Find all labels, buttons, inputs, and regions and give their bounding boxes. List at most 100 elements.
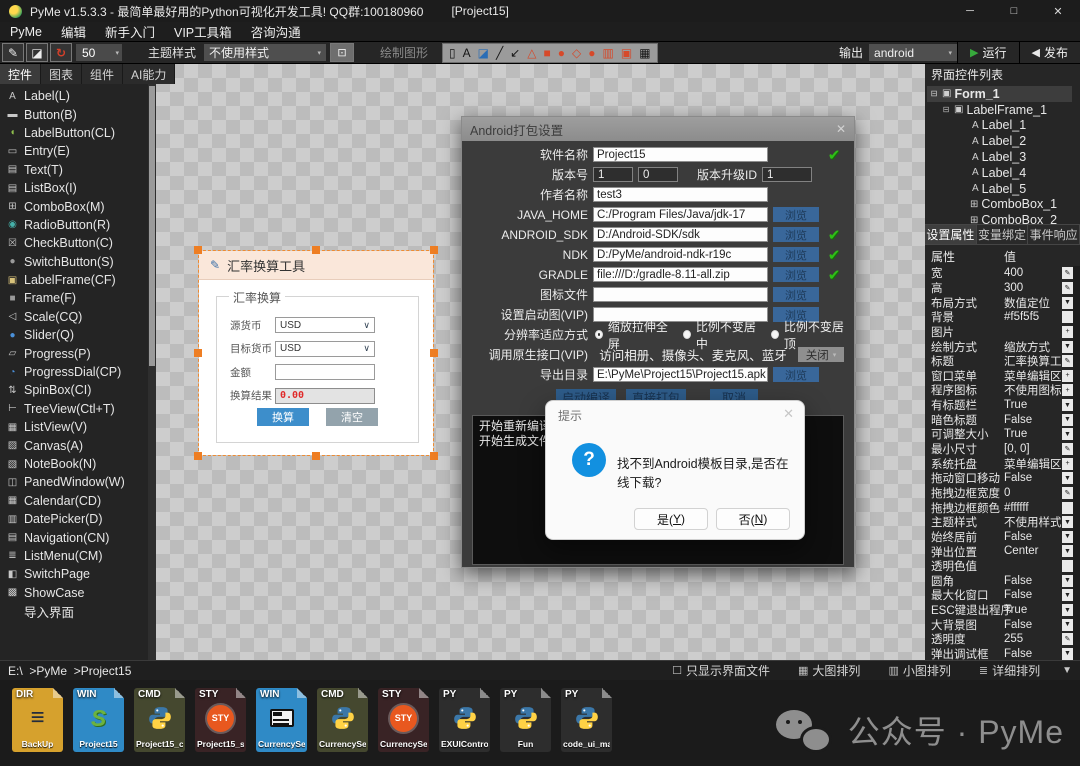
- widget-list-item[interactable]: ☒ CheckButton(C): [6, 234, 146, 252]
- property-value[interactable]: #ffffff: [998, 502, 1061, 514]
- field-input[interactable]: USD ∨: [275, 341, 375, 357]
- menu-item[interactable]: VIP工具箱: [174, 22, 232, 41]
- property-row[interactable]: 圆角 False ▼: [925, 573, 1073, 588]
- widget-list-item[interactable]: ▱ Progress(P): [6, 344, 146, 362]
- property-edit-button[interactable]: ▼: [1062, 575, 1073, 587]
- browse-button[interactable]: 浏览: [773, 247, 819, 262]
- tree-expand-icon[interactable]: ⊟: [941, 105, 951, 114]
- close-icon[interactable]: ✕: [836, 122, 846, 136]
- field-input[interactable]: D:/Android-SDK/sdk: [593, 227, 768, 242]
- property-edit-button[interactable]: +: [1062, 384, 1073, 396]
- yes-button[interactable]: 是(Y): [634, 508, 708, 530]
- property-row[interactable]: 拖拽边框宽度 0 ✎: [925, 486, 1073, 501]
- property-row[interactable]: 始终居前 False ▼: [925, 530, 1073, 545]
- field-input[interactable]: [275, 364, 375, 380]
- file-tile[interactable]: STY ≡ S STY CurrencySele: [378, 688, 429, 752]
- property-row[interactable]: 系统托盘 菜单编辑区 +: [925, 456, 1073, 471]
- property-value[interactable]: False: [998, 414, 1061, 426]
- shape-tool-icon[interactable]: ◪: [478, 47, 489, 59]
- shape-tool-icon[interactable]: ↙: [510, 47, 520, 59]
- file-tile[interactable]: PY ≡ S STY code_ui_ma: [561, 688, 612, 752]
- property-row[interactable]: 有标题栏 True ▼: [925, 398, 1073, 413]
- property-edit-button[interactable]: ✎: [1062, 355, 1073, 367]
- shape-tool-icon[interactable]: ■: [544, 47, 551, 59]
- property-value[interactable]: True: [998, 399, 1061, 411]
- field-input[interactable]: C:/Program Files/Java/jdk-17: [593, 207, 768, 222]
- tool-button-icon[interactable]: ◪: [26, 43, 48, 62]
- widget-list-item[interactable]: ▬ Button(B): [6, 105, 146, 123]
- sidebar-tab[interactable]: 图表: [41, 64, 82, 84]
- export-path-input[interactable]: E:\PyMe\Project15\Project15.apk: [593, 367, 768, 382]
- tree-item[interactable]: A Label_3: [927, 149, 1072, 165]
- property-tab[interactable]: 事件响应: [1028, 225, 1080, 244]
- property-value[interactable]: True: [998, 604, 1061, 616]
- property-value[interactable]: #f5f5f5: [998, 311, 1061, 323]
- form-button[interactable]: 换算: [257, 408, 309, 426]
- property-value[interactable]: 255: [998, 633, 1061, 645]
- shape-tool-icon[interactable]: ▯: [449, 47, 456, 59]
- theme-style-select[interactable]: 不使用样式 ▾: [204, 44, 326, 61]
- sidebar-tab[interactable]: AI能力: [123, 64, 175, 84]
- widget-list-item[interactable]: ▤ ListBox(I): [6, 179, 146, 197]
- shape-tool-icon[interactable]: ▥: [603, 47, 614, 59]
- resize-handle[interactable]: [194, 349, 202, 357]
- property-edit-button[interactable]: [1062, 502, 1073, 514]
- no-button[interactable]: 否(N): [716, 508, 790, 530]
- tree-item[interactable]: A Label_2: [927, 133, 1072, 149]
- widget-list-item[interactable]: ● SwitchButton(S): [6, 253, 146, 271]
- sidebar-tab[interactable]: 组件: [82, 64, 123, 84]
- widget-list-item[interactable]: A Label(L): [6, 87, 146, 105]
- resize-handle[interactable]: [194, 246, 202, 254]
- property-row[interactable]: 窗口菜单 菜单编辑区 +: [925, 368, 1073, 383]
- widget-list-item[interactable]: ◔ ProgressDial(CP): [6, 363, 146, 381]
- property-edit-button[interactable]: [1062, 311, 1073, 323]
- property-value[interactable]: False: [998, 648, 1061, 660]
- property-value[interactable]: 不使用图标: [998, 382, 1061, 398]
- widget-list-item[interactable]: ⊞ ComboBox(M): [6, 197, 146, 215]
- property-value[interactable]: 400: [998, 267, 1061, 279]
- menu-item[interactable]: 新手入门: [105, 22, 155, 41]
- widget-list-item[interactable]: ◉ RadioButton(R): [6, 216, 146, 234]
- property-edit-button[interactable]: ▼: [1062, 589, 1073, 601]
- version-minor-input[interactable]: 0: [638, 167, 678, 182]
- shape-tool-icon[interactable]: ▣: [621, 47, 632, 59]
- widget-list-item[interactable]: ≣ ListMenu(CM): [6, 547, 146, 565]
- file-tile[interactable]: WIN ≡ S STY Project15: [73, 688, 124, 752]
- chevron-down-icon[interactable]: ▼: [1062, 665, 1072, 676]
- browse-button[interactable]: 浏览: [773, 287, 819, 302]
- resize-handle[interactable]: [312, 452, 320, 460]
- menu-item[interactable]: 咨询沟通: [251, 22, 301, 41]
- tree-item[interactable]: A Label_4: [927, 165, 1072, 181]
- native-api-select[interactable]: 关闭 ▾: [798, 347, 844, 362]
- widget-list-item[interactable]: ▦ Calendar(CD): [6, 492, 146, 510]
- scrollbar-thumb[interactable]: [149, 86, 155, 366]
- file-tile[interactable]: PY ≡ S STY EXUIControl: [439, 688, 490, 752]
- form-button[interactable]: 清空: [326, 408, 378, 426]
- resize-handle[interactable]: [430, 246, 438, 254]
- property-row[interactable]: 透明色值: [925, 559, 1073, 574]
- file-tile[interactable]: WIN ≡ S STY CurrencySele: [256, 688, 307, 752]
- property-value[interactable]: 300: [998, 282, 1061, 294]
- property-edit-button[interactable]: ✎: [1062, 267, 1073, 279]
- property-edit-button[interactable]: ▼: [1062, 297, 1073, 309]
- field-input[interactable]: 0.00: [275, 388, 375, 404]
- tree-item[interactable]: A Label_5: [927, 181, 1072, 197]
- property-row[interactable]: 绘制方式 缩放方式 ▼: [925, 339, 1073, 354]
- sidebar-scrollbar[interactable]: [148, 84, 156, 660]
- property-edit-button[interactable]: ▼: [1062, 516, 1073, 528]
- file-tile[interactable]: STY ≡ S STY Project15_sty: [195, 688, 246, 752]
- property-scrollbar[interactable]: [1073, 266, 1080, 660]
- property-row[interactable]: 高 300 ✎: [925, 281, 1073, 296]
- property-edit-button[interactable]: ✎: [1062, 487, 1073, 499]
- file-tile[interactable]: CMD ≡ S STY Project15_cn: [134, 688, 185, 752]
- widget-list-item[interactable]: ▦ ListView(V): [6, 418, 146, 436]
- property-row[interactable]: 弹出调试框 False ▼: [925, 647, 1073, 660]
- property-edit-button[interactable]: [1062, 560, 1073, 572]
- shape-tool-icon[interactable]: △: [527, 47, 536, 59]
- property-edit-button[interactable]: ▼: [1062, 399, 1073, 411]
- property-value[interactable]: False: [998, 619, 1061, 631]
- property-row[interactable]: 背景 #f5f5f5: [925, 310, 1073, 325]
- run-button[interactable]: ▶ 运行: [957, 42, 1018, 63]
- shape-tool-icon[interactable]: A: [463, 47, 471, 59]
- property-value[interactable]: False: [998, 589, 1061, 601]
